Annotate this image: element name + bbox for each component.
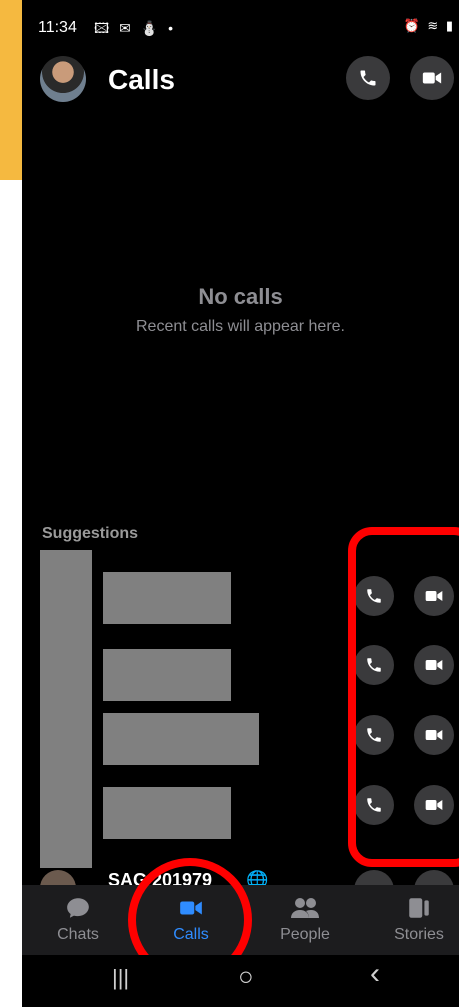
redacted-name-3 — [103, 713, 259, 765]
video-camera-icon — [422, 72, 442, 84]
empty-state-title: No calls — [198, 284, 283, 309]
tab-chats[interactable]: Chats — [23, 885, 133, 955]
notification-icons: 🖾 ✉ ⛄ • — [94, 20, 176, 36]
redacted-name-4 — [103, 787, 231, 839]
tab-label: Stories — [394, 926, 444, 943]
status-bar: 11:34 🖾 ✉ ⛄ • ⏰ ≋ ▮ — [22, 0, 459, 50]
profile-avatar[interactable] — [40, 56, 86, 102]
annotation-highlight-box — [348, 527, 459, 867]
redacted-avatars — [40, 550, 92, 868]
new-voice-call-button[interactable] — [346, 56, 390, 100]
phone-screen: 11:34 🖾 ✉ ⛄ • ⏰ ≋ ▮ Calls No calls Recen… — [22, 0, 459, 1007]
stories-icon — [409, 898, 429, 918]
tab-stories[interactable]: Stories — [364, 885, 459, 955]
page-title: Calls — [108, 64, 175, 95]
recents-button[interactable]: ||| — [112, 965, 129, 991]
tab-people[interactable]: People — [250, 885, 360, 955]
system-nav-bar: ||| ○ ‹ — [22, 955, 459, 1007]
phone-icon — [360, 70, 376, 86]
redacted-name-2 — [103, 649, 231, 701]
back-button[interactable]: ‹ — [370, 957, 380, 991]
tab-label: Chats — [57, 926, 99, 943]
suggestions-heading: Suggestions — [42, 525, 139, 542]
tab-label: People — [280, 926, 330, 943]
chat-bubble-icon — [67, 898, 89, 918]
header: Calls — [22, 52, 459, 108]
status-time: 11:34 — [38, 19, 77, 36]
redacted-name-1 — [103, 572, 231, 624]
background-accent — [0, 0, 24, 180]
new-video-call-button[interactable] — [410, 56, 454, 100]
system-status-icons: ⏰ ≋ ▮ — [403, 18, 455, 33]
people-icon — [291, 898, 319, 918]
empty-state-subtitle: Recent calls will appear here. — [136, 318, 345, 335]
home-button[interactable]: ○ — [238, 961, 254, 992]
